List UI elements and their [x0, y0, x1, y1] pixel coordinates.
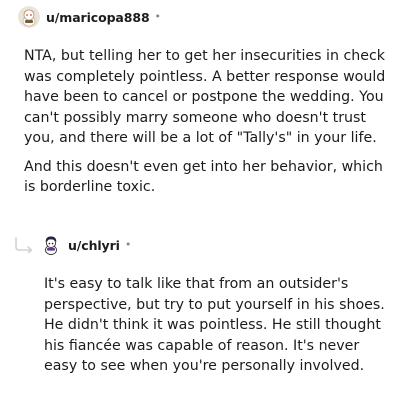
user-avatar-icon[interactable]	[40, 234, 62, 256]
comment-paragraph: It's easy to talk like that from an outs…	[44, 276, 385, 374]
username-link[interactable]: u/chlyri	[68, 238, 120, 253]
comment-header: u/maricopa888 •	[18, 6, 161, 28]
comment-body: NTA, but telling her to get her insecuri…	[24, 46, 386, 206]
comment-paragraph: NTA, but telling her to get her insecuri…	[24, 48, 386, 146]
comment-body: It's easy to talk like that from an outs…	[44, 274, 389, 385]
username-link[interactable]: u/maricopa888	[46, 10, 150, 25]
reply-arrow-icon	[15, 237, 33, 253]
comment-paragraph: And this doesn't even get into her behav…	[24, 158, 383, 196]
comment-header: u/chlyri •	[40, 234, 131, 256]
meta-separator: •	[154, 9, 162, 23]
meta-separator: •	[124, 237, 132, 251]
user-avatar-icon[interactable]	[18, 6, 40, 28]
